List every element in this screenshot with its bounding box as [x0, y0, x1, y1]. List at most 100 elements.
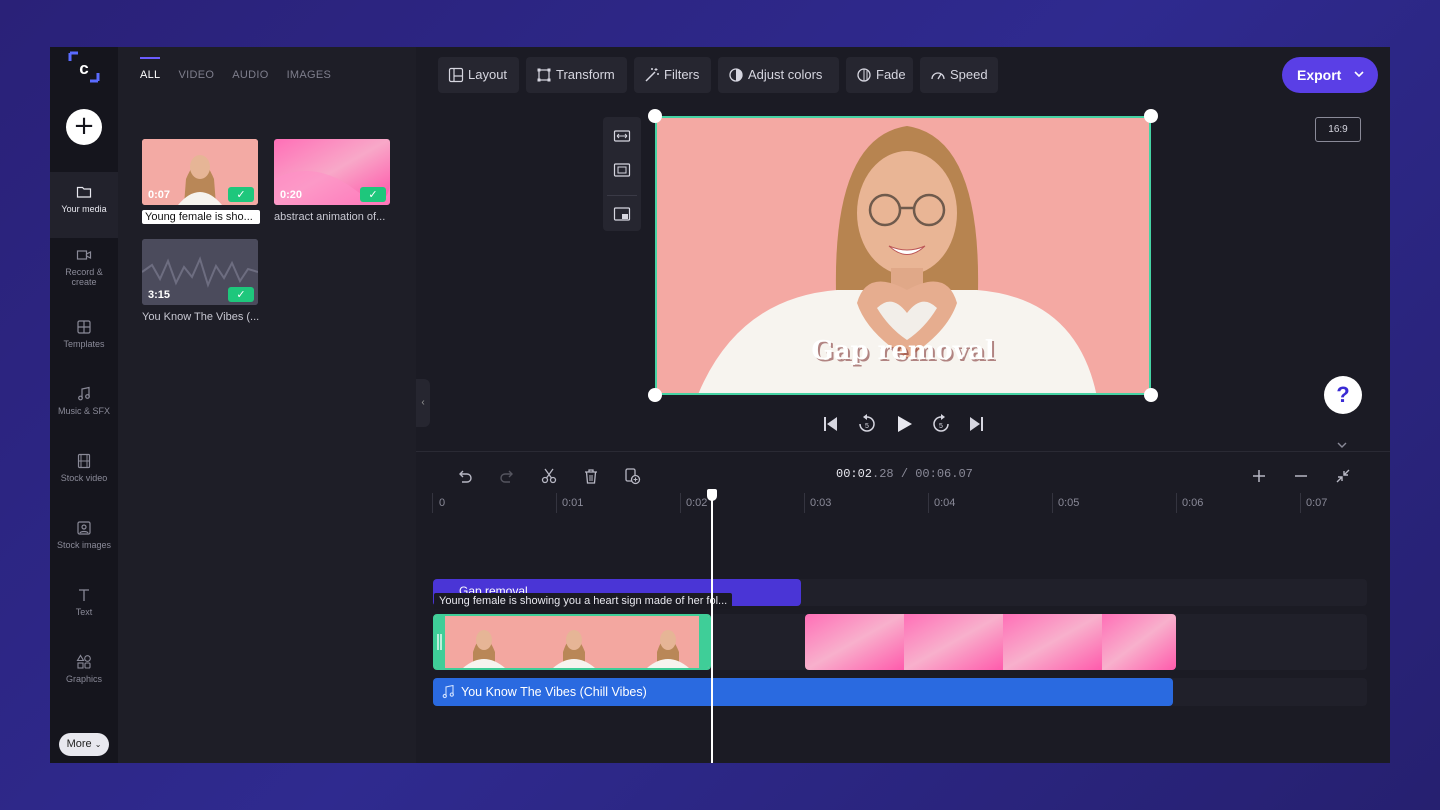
- tick-line: [556, 493, 557, 513]
- redo-icon[interactable]: [498, 467, 516, 485]
- resize-handle-top-left[interactable]: [648, 109, 662, 123]
- rewind-5-icon[interactable]: 5: [856, 413, 878, 435]
- video-clip-abstract[interactable]: [805, 614, 1176, 670]
- media-label: Young female is sho...: [142, 210, 260, 224]
- rail-item-text[interactable]: Text: [50, 575, 118, 641]
- collapse-panel-handle[interactable]: ‹: [416, 379, 430, 427]
- tab-all[interactable]: ALL: [140, 57, 161, 87]
- tab-audio[interactable]: AUDIO: [232, 57, 268, 87]
- forward-5-icon[interactable]: 5: [930, 413, 952, 435]
- skip-forward-icon[interactable]: [965, 413, 987, 435]
- clip-tooltip: Young female is showing you a heart sign…: [434, 593, 733, 609]
- rail-item-label: Templates: [63, 339, 105, 349]
- speed-label: Speed: [950, 67, 988, 82]
- rail-item-graphics[interactable]: Graphics: [50, 642, 118, 708]
- magic-wand-icon: [645, 68, 659, 82]
- skip-back-icon[interactable]: [820, 413, 842, 435]
- chevron-down-icon[interactable]: [1335, 440, 1349, 450]
- fade-label: Fade: [876, 67, 906, 82]
- rail-item-label: Text: [75, 607, 93, 617]
- check-icon: ✓: [360, 187, 386, 202]
- app-logo[interactable]: c: [66, 49, 102, 85]
- add-media-button[interactable]: +: [66, 109, 102, 145]
- transform-button[interactable]: Transform: [526, 57, 627, 93]
- rail-item-label: Stock images: [56, 540, 112, 550]
- transform-label: Transform: [556, 67, 615, 82]
- export-button[interactable]: Export: [1282, 57, 1378, 93]
- video-preview[interactable]: Gap removal: [655, 116, 1151, 395]
- timeline-ruler[interactable]: 0 0:01 0:02 0:03 0:04 0:05 0:06 0:07: [432, 493, 1362, 513]
- current-time: 00:02: [836, 467, 873, 481]
- rail-item-your-media[interactable]: Your media: [50, 172, 118, 238]
- tick-label: 0:02: [686, 497, 708, 509]
- duration-label: 3:15: [148, 289, 171, 301]
- tick-label: 0:03: [810, 497, 832, 509]
- trash-icon[interactable]: [582, 467, 600, 485]
- scissors-icon[interactable]: [540, 467, 558, 485]
- crop-icon[interactable]: [613, 161, 631, 179]
- media-thumb-female[interactable]: 0:07 ✓: [142, 139, 258, 205]
- music-icon: [78, 386, 90, 401]
- tab-images[interactable]: IMAGES: [287, 57, 332, 87]
- rail-item-label: Stock video: [60, 473, 108, 483]
- resize-handle-bottom-right[interactable]: [1144, 388, 1158, 402]
- layout-icon: [448, 67, 464, 83]
- abstract-filmstrip-image: [805, 614, 1176, 670]
- svg-text:5: 5: [939, 423, 943, 430]
- tick-label: 0: [439, 497, 446, 509]
- more-button[interactable]: More ⌄: [59, 733, 109, 756]
- aspect-ratio-button[interactable]: 16:9: [1315, 117, 1361, 142]
- picture-in-picture-icon[interactable]: [613, 205, 631, 223]
- rail-item-stock-video[interactable]: Stock video: [50, 441, 118, 507]
- fit-width-icon[interactable]: [613, 127, 631, 145]
- rail-item-stock-images[interactable]: Stock images: [50, 508, 118, 574]
- rail-item-record-create[interactable]: Record & create: [50, 235, 118, 301]
- rail-item-label: Your media: [61, 204, 107, 214]
- duration-label: 0:20: [280, 189, 303, 201]
- time-separator: /: [893, 467, 916, 481]
- media-label: You Know The Vibes (...: [142, 311, 260, 323]
- duplicate-icon[interactable]: [623, 467, 641, 485]
- tick-line: [1176, 493, 1177, 513]
- playhead-handle[interactable]: [707, 489, 717, 501]
- resize-handle-bottom-left[interactable]: [648, 388, 662, 402]
- preview-side-toolbar: [603, 117, 641, 231]
- media-tabs: ALL VIDEO AUDIO IMAGES: [140, 57, 349, 87]
- audio-clip-label: You Know The Vibes (Chill Vibes): [461, 685, 647, 699]
- tick-line: [1300, 493, 1301, 513]
- contrast-icon: [729, 68, 743, 82]
- undo-icon[interactable]: [456, 467, 474, 485]
- adjust-colors-button[interactable]: Adjust colors: [718, 57, 839, 93]
- speed-button[interactable]: Speed: [920, 57, 998, 93]
- tick-line: [804, 493, 805, 513]
- shapes-icon: [76, 654, 91, 669]
- layout-button[interactable]: Layout: [438, 57, 519, 93]
- layout-label: Layout: [468, 67, 508, 82]
- playhead[interactable]: [711, 493, 713, 763]
- adjust-colors-label: Adjust colors: [748, 67, 823, 82]
- media-thumb-abstract[interactable]: 0:20 ✓: [274, 139, 390, 205]
- audio-clip[interactable]: You Know The Vibes (Chill Vibes): [433, 678, 1173, 706]
- rail-item-templates[interactable]: Templates: [50, 307, 118, 373]
- zoom-out-icon[interactable]: [1292, 467, 1310, 485]
- help-button[interactable]: ?: [1324, 376, 1362, 414]
- music-note-icon: [442, 685, 454, 699]
- filters-button[interactable]: Filters: [634, 57, 711, 93]
- media-thumb-audio[interactable]: 3:15 ✓: [142, 239, 258, 305]
- tick-label: 0:01: [562, 497, 584, 509]
- video-clip-female[interactable]: [433, 614, 711, 670]
- zoom-in-icon[interactable]: [1250, 467, 1268, 485]
- fit-timeline-icon[interactable]: [1334, 467, 1352, 485]
- caption-text[interactable]: Gap removal: [657, 336, 1149, 366]
- divider: [607, 195, 637, 196]
- tab-video[interactable]: VIDEO: [178, 57, 214, 87]
- fade-button[interactable]: Fade: [846, 57, 913, 93]
- rail-item-music-sfx[interactable]: Music & SFX: [50, 374, 118, 440]
- timeline-toolbar: 00:02.28 / 00:06.07: [416, 451, 1390, 493]
- rail-item-label: Record & create: [65, 267, 103, 287]
- camera-icon: [76, 250, 92, 260]
- svg-text:c: c: [79, 59, 88, 78]
- play-icon[interactable]: [893, 413, 915, 435]
- resize-handle-top-right[interactable]: [1144, 109, 1158, 123]
- more-label: More: [66, 738, 92, 750]
